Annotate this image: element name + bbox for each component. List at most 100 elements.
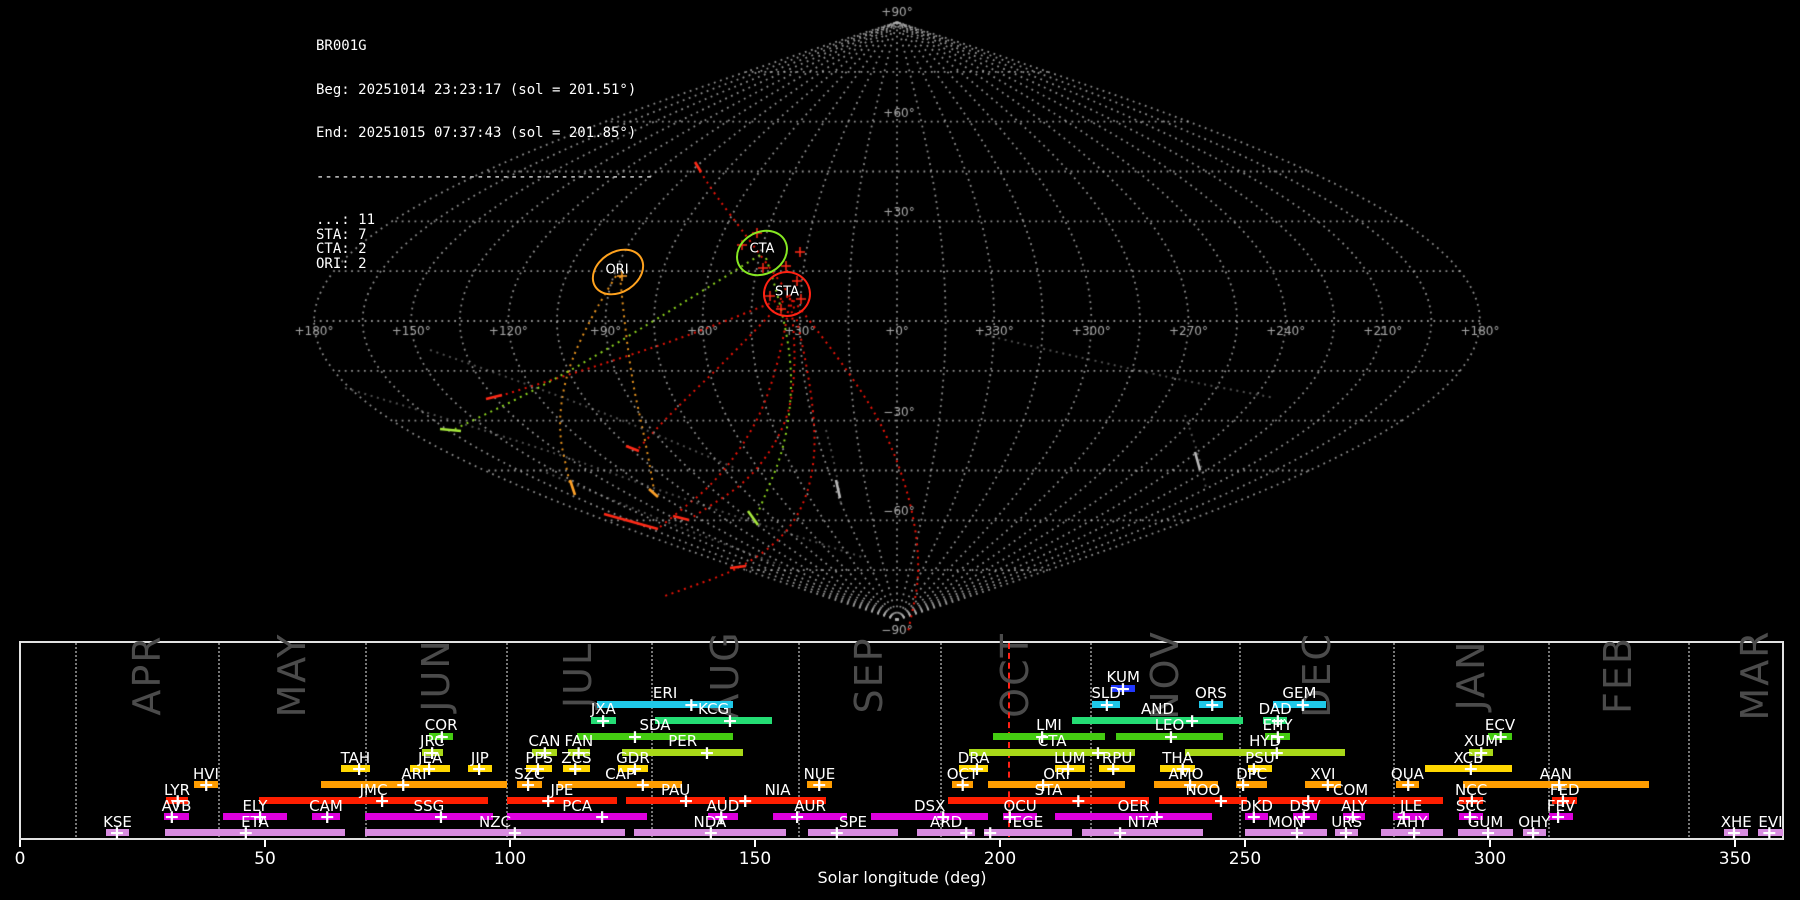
- month-label-APR: APR: [124, 634, 169, 716]
- shower-peak-EGE: +: [982, 822, 999, 845]
- month-gridline-MAR: [1687, 643, 1690, 837]
- shower-label-STA: STA: [1034, 780, 1063, 799]
- shower-peak-GEM: +: [1294, 693, 1311, 716]
- shower-label-NIA: NIA: [764, 780, 791, 799]
- shower-peak-URS: +: [1337, 822, 1354, 845]
- shower-peak-CAP: +: [634, 774, 651, 797]
- shower-peak-KCG: +: [722, 709, 738, 732]
- shower-peak-OCT: +: [954, 774, 971, 797]
- shower-peak-AVB: +: [163, 806, 180, 829]
- shower-peak-SLD: +: [1098, 693, 1115, 716]
- shower-peak-KSE: +: [109, 822, 125, 845]
- shower-peak-ARD: +: [958, 822, 975, 845]
- x-axis-title: Solar longitude (deg): [817, 868, 987, 887]
- month-label-JAN: JAN: [1448, 639, 1493, 711]
- shower-peak-QUA: +: [1400, 774, 1417, 797]
- shower-peak-EVI: +: [1761, 822, 1778, 845]
- month-gridline-NOV: [1089, 643, 1092, 837]
- shower-peak-JXA: +: [595, 709, 612, 732]
- x-tick-50: [264, 840, 266, 847]
- shower-peak-NDA: +: [702, 822, 719, 845]
- month-gridline-JUN: [364, 643, 367, 837]
- shower-peak-JIP: +: [471, 758, 488, 780]
- shower-peak-RPU: +: [1105, 758, 1122, 780]
- month-gridline-APR: [74, 643, 77, 837]
- month-label-OCT: OCT: [992, 632, 1037, 718]
- shower-peak-DPC: +: [1235, 774, 1251, 797]
- shower-peak-NIA: +: [737, 790, 754, 813]
- sky-map-canvas: [0, 0, 1800, 640]
- radiant-label-ORI: ORI: [605, 262, 629, 278]
- month-gridline-AUG: [650, 643, 653, 837]
- meteor-count-line-2: CTA: 2: [316, 241, 367, 257]
- x-tick-label-250: 250: [1228, 849, 1262, 869]
- x-tick-200: [999, 840, 1001, 847]
- shower-peak-ARI: +: [395, 774, 412, 797]
- shower-peak-STA: +: [1070, 790, 1087, 813]
- shower-peak-JPE: +: [540, 790, 557, 813]
- shower-peak-NUE: +: [811, 774, 828, 797]
- shower-label-SDA: SDA: [639, 716, 671, 735]
- shower-peak-PCA: +: [594, 806, 611, 829]
- shower-peak-AND: +: [1184, 709, 1201, 732]
- meteor-count-line-0: ...: 11: [316, 212, 376, 228]
- x-tick-label-350: 350: [1718, 849, 1752, 869]
- x-tick-label-150: 150: [738, 849, 772, 869]
- shower-peak-NOO: +: [1213, 790, 1229, 813]
- shower-peak-JMC: +: [374, 790, 391, 813]
- shower-peak-FEV: +: [1550, 806, 1567, 829]
- month-label-MAR: MAR: [1732, 629, 1777, 721]
- shower-peak-XHE: +: [1726, 822, 1742, 845]
- shower-label-NTA: NTA: [1127, 812, 1158, 831]
- shower-peak-SDA: +: [626, 725, 643, 748]
- shower-peak-NTA: +: [1112, 822, 1129, 845]
- shower-peak-ORS: +: [1204, 693, 1221, 716]
- shower-label-ERI: ERI: [652, 684, 678, 703]
- shower-peak-ERI: +: [683, 693, 700, 716]
- x-tick-label-200: 200: [983, 849, 1017, 869]
- x-tick-150: [754, 840, 756, 847]
- month-label-SEP: SEP: [847, 636, 892, 714]
- shower-peak-LEO: +: [1163, 725, 1179, 748]
- info-separator: ----------------------------------------: [316, 168, 654, 185]
- month-label-FEB: FEB: [1596, 636, 1641, 714]
- shower-peak-SPE: +: [828, 822, 845, 845]
- observation-begin: Beg: 20251014 23:23:17 (sol = 201.51°): [316, 81, 637, 98]
- x-tick-label-100: 100: [493, 849, 527, 869]
- shower-peak-CAM: +: [319, 806, 336, 829]
- meteor-count-line-1: STA: 7: [316, 226, 367, 243]
- x-tick-label-300: 300: [1473, 849, 1507, 869]
- shower-peak-SSG: +: [432, 806, 449, 829]
- shower-peak-ETA: +: [237, 822, 254, 845]
- x-tick-0: [19, 840, 21, 847]
- shower-peak-NZC: +: [506, 822, 523, 845]
- month-gridline-MAY: [218, 643, 221, 837]
- x-tick-label-0: 0: [14, 849, 26, 869]
- meteor-activity-page: BR001G Beg: 20251014 23:23:17 (sol = 201…: [0, 0, 1800, 900]
- shower-label-EGE: EGE: [1012, 812, 1044, 831]
- month-label-MAY: MAY: [269, 632, 314, 718]
- shower-peak-AHY: +: [1406, 822, 1423, 845]
- month-label-JUN: JUN: [413, 638, 458, 712]
- shower-label-PCA: PCA: [562, 796, 593, 815]
- x-tick-label-50: 50: [254, 849, 276, 869]
- shower-label-CAP: CAP: [605, 764, 635, 783]
- shower-peak-PAU: +: [677, 790, 694, 813]
- month-gridline-JUL: [505, 643, 508, 837]
- month-label-JUL: JUL: [556, 641, 601, 709]
- shower-label-PER: PER: [668, 732, 698, 751]
- shower-peak-XCB: +: [1462, 758, 1479, 780]
- shower-peak-SZC: +: [520, 774, 537, 797]
- station-id: BR001G: [316, 38, 367, 54]
- observation-end: End: 20251015 07:37:43 (sol = 201.85°): [316, 125, 637, 141]
- shower-peak-TAH: +: [351, 758, 368, 780]
- shower-peak-AUR: +: [789, 806, 806, 829]
- shower-peak-MON: +: [1288, 822, 1305, 845]
- shower-peak-DKD: +: [1245, 806, 1262, 829]
- x-tick-250: [1244, 840, 1246, 847]
- radiant-label-STA: STA: [774, 284, 800, 300]
- shower-peak-OHY: +: [1525, 822, 1542, 845]
- shower-peak-GUM: +: [1480, 822, 1496, 845]
- shower-peak-PER: +: [699, 741, 715, 764]
- shower-peak-HVI: +: [198, 774, 215, 797]
